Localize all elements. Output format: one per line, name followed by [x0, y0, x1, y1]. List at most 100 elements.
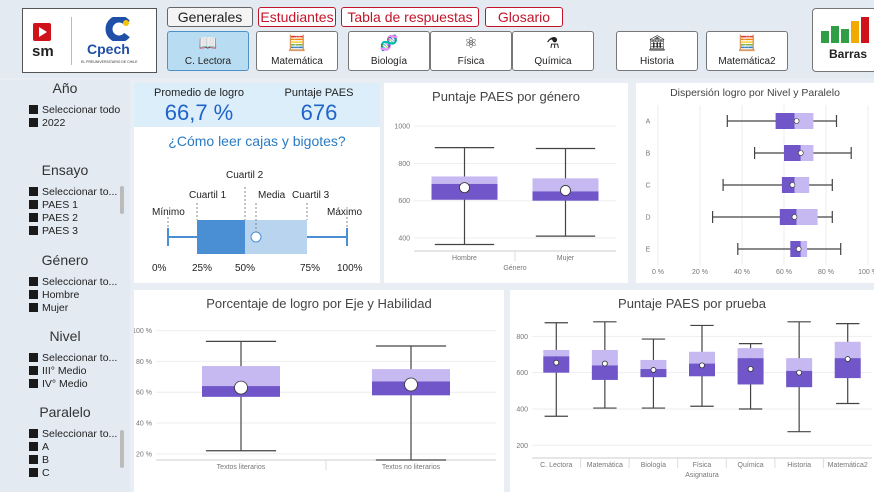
tab-tabla-respuestas[interactable]: Tabla de respuestas: [341, 7, 479, 27]
cpech-logo-text: Cpech: [87, 41, 130, 57]
subject-button-2[interactable]: 🧬 Biología: [348, 31, 430, 71]
y-tick-label: 400: [398, 235, 410, 242]
slicer-option-label: Seleccionar to...: [42, 186, 118, 198]
mean-marker: [601, 360, 608, 367]
x-category-label: Matemática2: [828, 462, 868, 469]
slicer-option-label: PAES 1: [42, 199, 78, 211]
checkbox-icon[interactable]: [29, 105, 38, 114]
x-tick-label: 0 %: [652, 269, 664, 276]
subject-label: Biología: [370, 56, 408, 67]
slicer-title-anio: Año: [52, 80, 78, 96]
slicer-option-genero[interactable]: Hombre: [29, 289, 79, 301]
barras-button[interactable]: Barras: [812, 8, 874, 72]
slicer-option-label: PAES 3: [42, 225, 78, 237]
checkbox-icon[interactable]: [29, 468, 38, 477]
sm-logo-text: sm: [32, 43, 54, 60]
x-tick-label: 100 %: [858, 269, 874, 276]
checkbox-icon[interactable]: [29, 213, 38, 222]
y-tick-label: 100 %: [134, 328, 152, 335]
guide-box-q1: [197, 220, 245, 254]
box-upper: [800, 241, 808, 257]
slicer-option-ensayo[interactable]: PAES 3: [29, 225, 78, 237]
x-category-label: Química: [738, 462, 764, 469]
slicer-option-label: Seleccionar to...: [42, 428, 118, 440]
mean-marker: [553, 359, 560, 366]
x-category-label: C. Lectora: [540, 462, 572, 469]
slicer-option-label: PAES 2: [42, 212, 78, 224]
mean-marker: [560, 185, 571, 196]
mean-marker: [650, 367, 657, 373]
subject-label: Historia: [640, 56, 674, 67]
subject-button-4[interactable]: ⚗ Química: [512, 31, 594, 71]
mean-marker: [747, 366, 754, 372]
checkbox-icon[interactable]: [29, 118, 38, 127]
slicer-option-nivel[interactable]: III° Medio: [29, 365, 86, 377]
checkbox-icon[interactable]: [29, 353, 38, 362]
slicer-scrollbar[interactable]: [120, 430, 124, 468]
tab-glosario[interactable]: Glosario: [485, 7, 563, 27]
subject-label: Matemática: [271, 56, 323, 67]
x-tick-label: 40 %: [734, 269, 750, 276]
slicer-option-paralelo[interactable]: Seleccionar to...: [29, 428, 117, 440]
checkbox-icon[interactable]: [29, 366, 38, 375]
checkbox-icon[interactable]: [29, 226, 38, 235]
slicer-option-nivel[interactable]: Seleccionar to...: [29, 352, 117, 364]
x-tick-label: 80 %: [818, 269, 834, 276]
y-tick-label: 800: [516, 334, 528, 341]
slicer-option-label: IV° Medio: [42, 378, 88, 390]
kpi-logro-label: Promedio de logro: [154, 87, 244, 99]
y-tick-label: 60 %: [136, 390, 152, 397]
slicer-option-genero[interactable]: Mujer: [29, 302, 68, 314]
x-tick-label: 60 %: [776, 269, 792, 276]
checkbox-icon[interactable]: [29, 290, 38, 299]
tab-estudiantes[interactable]: Estudiantes: [258, 7, 336, 27]
x-axis-title: Género: [503, 265, 526, 272]
box-upper: [737, 348, 764, 359]
slicer-scrollbar[interactable]: [120, 186, 124, 214]
logo-divider: [71, 17, 72, 65]
subject-button-5[interactable]: 🏛 Historia: [616, 31, 698, 71]
slicer-option-genero[interactable]: Seleccionar to...: [29, 276, 117, 288]
subject-button-3[interactable]: ⚛ Física: [430, 31, 512, 71]
checkbox-icon[interactable]: [29, 379, 38, 388]
box-upper: [786, 358, 813, 371]
slicer-option-anio[interactable]: Seleccionar todo: [29, 104, 120, 116]
slicer-title-nivel: Nivel: [49, 328, 81, 344]
box-upper: [834, 341, 861, 359]
calculator-icon: 🧮: [287, 35, 307, 52]
y-tick-label: 1000: [394, 124, 410, 131]
box-upper: [796, 209, 818, 225]
slicer-option-label: B: [42, 454, 50, 466]
slicer-option-label: 2022: [42, 117, 66, 129]
checkbox-icon[interactable]: [29, 277, 38, 286]
slicer-option-anio[interactable]: 2022: [29, 117, 65, 129]
tab-generales[interactable]: Generales: [167, 7, 253, 27]
checkbox-icon[interactable]: [29, 303, 38, 312]
checkbox-icon[interactable]: [29, 442, 38, 451]
subject-button-6[interactable]: 🧮 Matemática2: [706, 31, 788, 71]
x-category-label: Textos literarios: [217, 464, 266, 471]
x-category-label: Hombre: [452, 255, 477, 262]
guide-tick-0: 0%: [152, 263, 167, 274]
checkbox-icon[interactable]: [29, 200, 38, 209]
mean-marker: [789, 182, 796, 188]
slicer-option-ensayo[interactable]: Seleccionar to...: [29, 186, 117, 198]
y-category-label: D: [645, 215, 650, 222]
barras-label: Barras: [828, 47, 868, 61]
checkbox-icon[interactable]: [29, 455, 38, 464]
checkbox-icon[interactable]: [29, 429, 38, 438]
slicer-option-ensayo[interactable]: PAES 2: [29, 212, 78, 224]
slicer-option-nivel[interactable]: IV° Medio: [29, 378, 88, 390]
slicer-option-paralelo[interactable]: B: [29, 454, 49, 466]
slicer-option-ensayo[interactable]: PAES 1: [29, 199, 78, 211]
subject-button-1[interactable]: 🧮 Matemática: [256, 31, 338, 71]
filter-sidebar: Año Seleccionar todo 2022 Ensayo Seleccionar…: [0, 80, 130, 492]
atom-icon: ⚛: [464, 35, 478, 52]
slicer-option-paralelo[interactable]: C: [29, 467, 50, 479]
chart-panel-genero: Puntaje PAES por género 400 600 800 1000 Hom…: [384, 83, 628, 283]
subject-button-0[interactable]: 📖 C. Lectora: [167, 31, 249, 71]
guide-tick-50: 50%: [235, 263, 256, 274]
bar-chart-icon: [819, 17, 874, 48]
checkbox-icon[interactable]: [29, 187, 38, 196]
slicer-option-paralelo[interactable]: A: [29, 441, 49, 453]
